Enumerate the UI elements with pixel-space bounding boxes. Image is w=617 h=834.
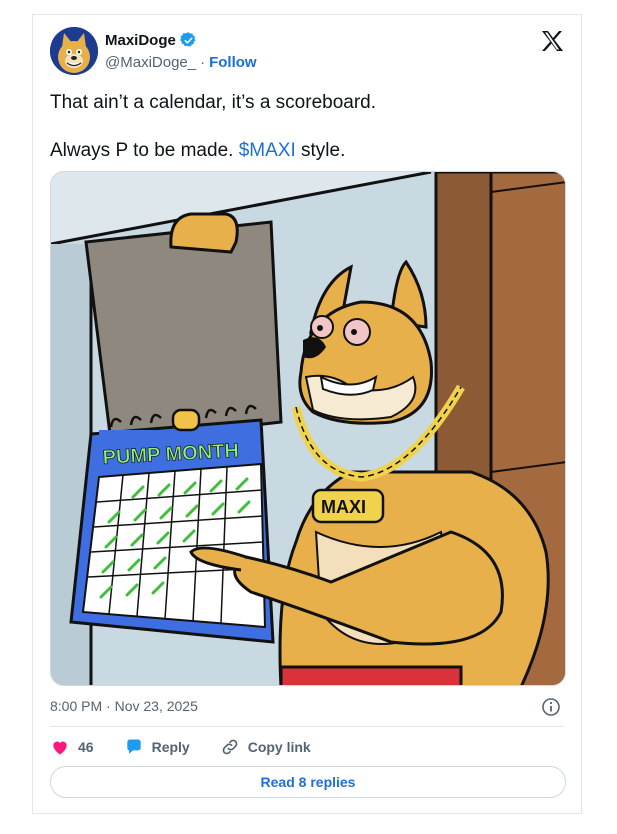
- read-replies-button[interactable]: Read 8 replies: [50, 766, 566, 798]
- like-count: 46: [78, 739, 94, 755]
- action-bar: 46 Reply Copy link: [50, 737, 341, 757]
- tweet-line-1: That ain’t a calendar, it’s a scoreboard…: [50, 92, 377, 113]
- reply-bubble-icon: [126, 739, 141, 754]
- copy-link-label: Copy link: [247, 739, 311, 755]
- display-name[interactable]: MaxiDoge: [105, 32, 176, 49]
- like-button[interactable]: 46: [50, 737, 94, 757]
- link-icon: [222, 739, 238, 755]
- divider: [50, 726, 564, 727]
- reply-button[interactable]: Reply: [124, 737, 190, 757]
- heart-icon: [53, 741, 67, 755]
- tweet-card: MaxiDoge @MaxiDoge_ · Follow That ain’t …: [32, 14, 582, 814]
- copy-link-button[interactable]: Copy link: [220, 737, 311, 757]
- x-logo-icon[interactable]: [540, 29, 564, 53]
- reply-label: Reply: [151, 739, 190, 755]
- timestamp[interactable]: 8:00 PM · Nov 23, 2025: [50, 698, 198, 714]
- separator: ·: [200, 54, 206, 71]
- cashtag-link[interactable]: $MAXI: [239, 140, 296, 161]
- tweet-image[interactable]: PUMP MONTH MAXI: [50, 171, 566, 686]
- follow-button[interactable]: Follow: [209, 54, 257, 71]
- verified-badge-icon: [179, 32, 196, 47]
- info-icon[interactable]: [541, 697, 561, 717]
- avatar[interactable]: [50, 27, 98, 75]
- tweet-line-2: Always P to be made. $MAXI style.: [50, 140, 346, 161]
- handle[interactable]: @MaxiDoge_: [105, 54, 196, 71]
- chain-tag-text: MAXI: [321, 497, 366, 517]
